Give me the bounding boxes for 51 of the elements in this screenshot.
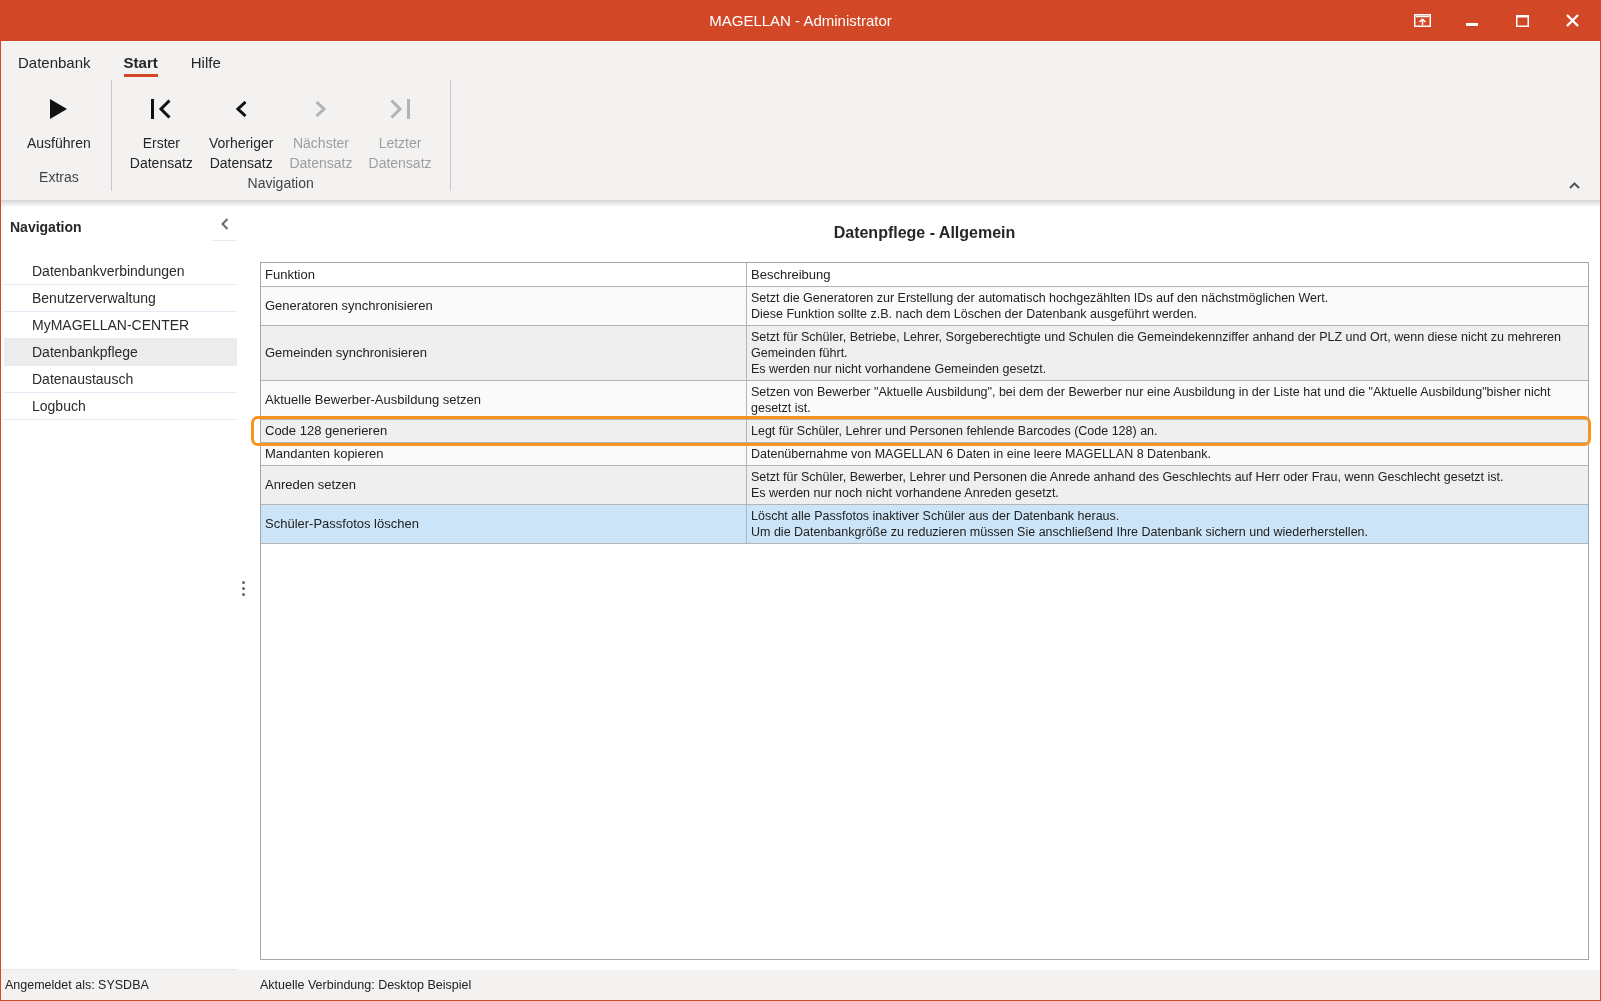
nav-item[interactable]: Datenaustausch bbox=[4, 366, 237, 393]
ribbon-tab[interactable]: Hilfe bbox=[190, 54, 221, 77]
table-cell-text: Datenübernahme von MAGELLAN 6 Daten in eine leere MAGELLAN 8 Datenbank. bbox=[750, 446, 1212, 463]
group-label: Navigation bbox=[247, 174, 314, 193]
status-text: Aktuelle Verbindung: Desktop Beispiel bbox=[260, 978, 472, 992]
table-row[interactable]: Anreden setzen Setzt für Schüler, Bewerber, Lehrer und Personen die Anrede anhand des Geschlechts auf Herr oder Frau, wenn Geschlecht gesetzt ist. Es werden nur noch nicht vorhandene Anreden gesetzt. bbox=[261, 466, 1588, 505]
drag-handle-icon[interactable] bbox=[242, 580, 245, 596]
nav-item[interactable]: Datenbankpflege bbox=[4, 339, 237, 366]
ribbon-tab[interactable]: Datenbank bbox=[18, 54, 91, 77]
chevron-left-icon bbox=[220, 218, 229, 230]
table-row[interactable] bbox=[261, 326, 1588, 381]
group-label: Extras bbox=[39, 168, 79, 187]
chevron-left-icon bbox=[235, 101, 247, 117]
caret-up-icon bbox=[1569, 182, 1580, 189]
column-header: Beschreibung bbox=[750, 266, 832, 284]
table-cell: Generatoren synchronisieren bbox=[261, 287, 747, 325]
chevron-right-icon bbox=[315, 101, 327, 117]
maximize-icon bbox=[1515, 14, 1529, 27]
nav-item[interactable]: Benutzerverwaltung bbox=[4, 285, 237, 312]
close-icon bbox=[1565, 14, 1579, 27]
table-cell-text: Setzt für Schüler, Bewerber, Lehrer und Personen die Anrede anhand des Geschlechts auf Herr oder Frau, wenn Geschlecht gesetzt ist. Es werden nur noch nicht vorhandene Anreden gesetzt. bbox=[750, 469, 1505, 502]
content-title: Datenpflege - Allgemein bbox=[832, 223, 1017, 243]
previous-record-button[interactable]: Vorheriger Datensatz bbox=[202, 97, 280, 173]
collapse-ribbon-button[interactable] bbox=[1567, 180, 1582, 191]
table-cell: Mandanten kopieren bbox=[261, 443, 747, 465]
table-row[interactable]: Aktuelle Bewerber-Ausbildung setzen Setzen von Bewerber "Aktuelle Ausbildung", bei dem der Bewerber nur eine Ausbildung in der Liste hat und die "Aktuelle Ausbildung"bisher nicht gesetzt ist. bbox=[261, 381, 1588, 420]
nav-item[interactable]: Logbuch bbox=[4, 393, 237, 420]
play-icon bbox=[50, 99, 68, 119]
table-cell-text: Löscht alle Passfotos inaktiver Schüler aus der Datenbank heraus. Um die Datenbankgröße zu reduzieren müssen Sie anschließend Ihre Datenbank sichern und wiederherstellen. bbox=[750, 508, 1369, 541]
column-header: Funktion bbox=[261, 263, 747, 286]
table-cell-text: Setzen von Bewerber "Aktuelle Ausbildung", bei dem der Bewerber nur eine Ausbildung in der Liste hat und die "Aktuelle Ausbildung"bisher nicht gesetzt ist. bbox=[750, 384, 1552, 417]
skip-back-icon bbox=[151, 99, 172, 119]
table-row[interactable] bbox=[261, 287, 1588, 326]
table-cell-text: Legt für Schüler, Lehrer und Personen fehlende Barcodes (Code 128) an. bbox=[750, 423, 1159, 440]
table-cell: Schüler-Passfotos löschen bbox=[261, 505, 747, 543]
sidebar-title: Navigation bbox=[10, 218, 82, 236]
table-cell: Anreden setzen bbox=[261, 466, 747, 504]
run-button[interactable]: Ausführen bbox=[21, 97, 97, 153]
first-record-button[interactable]: Erster Datensatz bbox=[123, 97, 199, 173]
minimize-icon bbox=[1466, 23, 1478, 26]
table-cell: Code 128 generieren bbox=[261, 420, 747, 442]
window-title: MAGELLAN - Administrator bbox=[709, 12, 892, 29]
table-cell: Gemeinden synchronisieren bbox=[261, 326, 747, 380]
table-row[interactable]: Schüler-Passfotos löschen Löscht alle Passfotos inaktiver Schüler aus der Datenbank heraus. Um die Datenbankgröße zu reduzieren müssen Sie anschließend Ihre Datenbank sichern und wiederherstellen. bbox=[261, 505, 1588, 544]
table-cell: Aktuelle Bewerber-Ausbildung setzen bbox=[261, 381, 747, 419]
status-text: Angemeldet als: SYSDBA bbox=[4, 978, 150, 992]
ribbon-tab[interactable]: Start bbox=[123, 54, 158, 77]
table-cell-text: Setzt die Generatoren zur Erstellung der automatisch hochgezählten IDs auf den nächstmöglichen Wert. Diese Funktion sollte z.B. nach dem Löschen der Datenbank ausgeführt werden. bbox=[750, 290, 1330, 323]
table-cell-text: Setzt für Schüler, Betriebe, Lehrer, Sorgeberechtigte und Schulen die Gemeindekennziffer anhand der PLZ und Ort, wenn diese nicht zu mehreren Gemeinden führt. Es werden nur nicht vorhandene Gemeinden gesetzt. bbox=[750, 329, 1562, 378]
nav-item[interactable]: Datenbankverbindungen bbox=[4, 258, 237, 285]
skip-forward-icon bbox=[390, 99, 411, 119]
